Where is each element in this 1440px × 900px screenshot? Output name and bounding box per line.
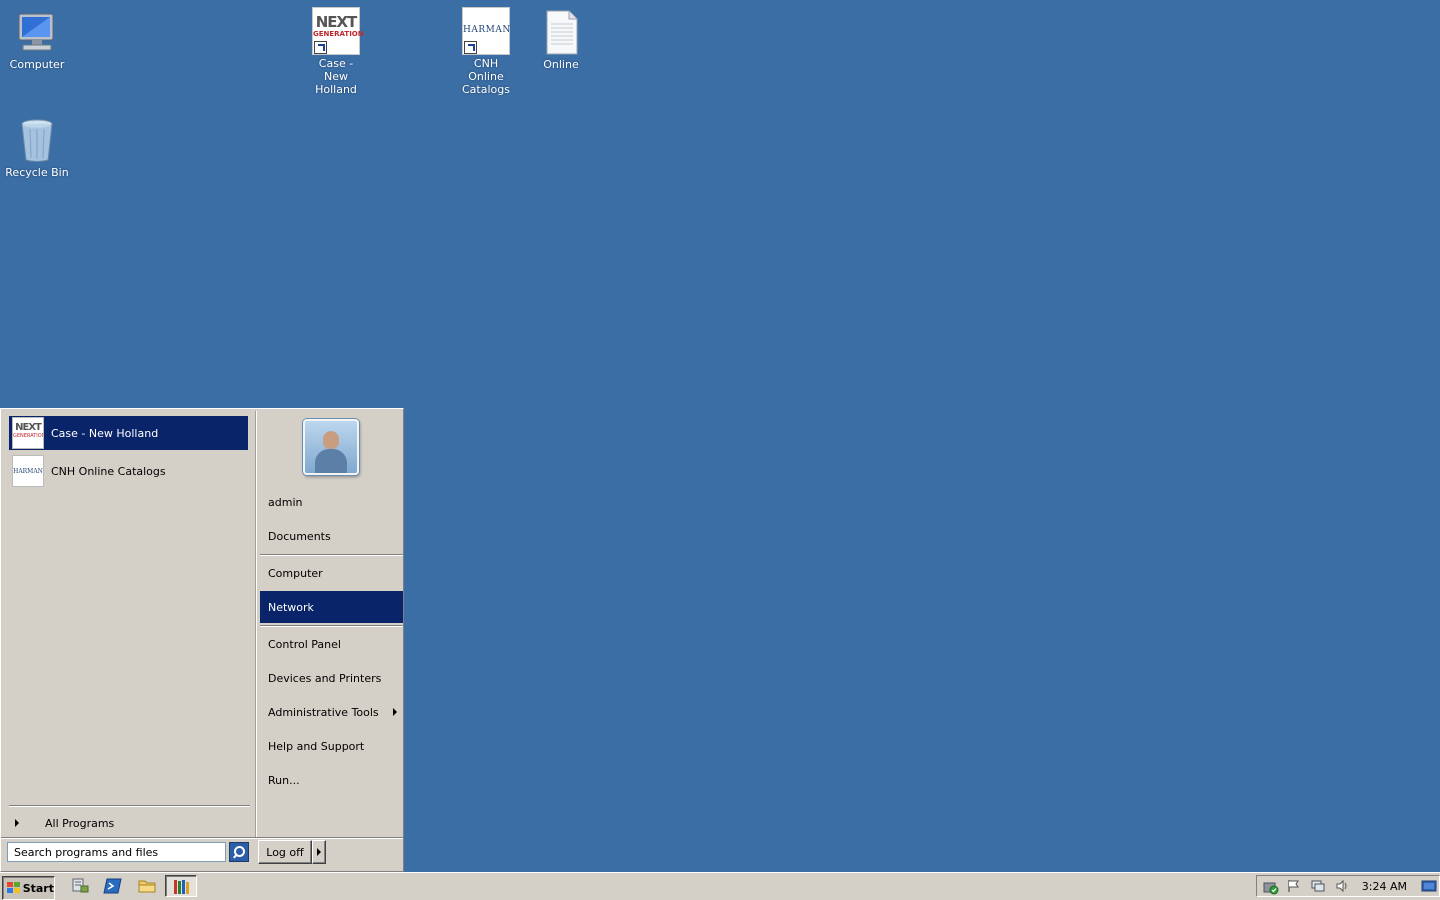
menu-item-label: Control Panel	[268, 637, 341, 651]
harman-logo-icon: HARMAN	[462, 7, 510, 55]
submenu-arrow-icon	[393, 708, 397, 716]
desktop-icon-computer[interactable]: Computer	[0, 8, 74, 71]
menu-item-network[interactable]: Network	[260, 591, 403, 623]
next-generation-logo-icon: NEXT GENERATION	[312, 7, 364, 55]
volume-icon[interactable]	[1335, 879, 1349, 893]
recycle-bin-icon	[13, 116, 61, 164]
menu-item-computer[interactable]: Computer	[260, 557, 403, 589]
clock[interactable]: 3:24 AM	[1362, 880, 1407, 893]
search-icon[interactable]	[229, 842, 249, 862]
next-generation-logo-icon: NEXT GENERATION	[12, 417, 44, 449]
computer-icon	[13, 8, 61, 56]
start-menu: NEXT GENERATION Case - New Holland HARMA…	[0, 408, 404, 872]
menu-item-label: Computer	[268, 566, 323, 580]
windows-logo-icon	[7, 882, 20, 894]
windows-explorer-icon[interactable]	[137, 877, 157, 895]
show-desktop-icon[interactable]	[1421, 879, 1437, 893]
menu-item-administrative-tools[interactable]: Administrative Tools	[260, 696, 403, 728]
action-center-flag-icon[interactable]	[1287, 879, 1301, 893]
taskbar: Start 3:24 AM	[0, 872, 1440, 900]
desktop-icon-label: Case - New Holland	[315, 57, 357, 96]
server-manager-icon[interactable]	[70, 877, 90, 895]
menu-item-run[interactable]: Run...	[260, 764, 403, 796]
start-button[interactable]: Start	[2, 876, 55, 900]
menu-item-label: Devices and Printers	[268, 671, 382, 685]
menu-item-documents[interactable]: Documents	[260, 520, 403, 552]
menu-item-label: Help and Support	[268, 739, 365, 753]
search-input[interactable]	[7, 842, 226, 862]
desktop-icon-label: Computer	[9, 58, 65, 71]
start-menu-programs-pane: NEXT GENERATION Case - New Holland HARMA…	[3, 411, 253, 837]
network-icon[interactable]	[1311, 879, 1325, 893]
shortcut-arrow-icon	[314, 41, 327, 54]
powershell-icon[interactable]	[103, 877, 123, 895]
pinned-item-label: Case - New Holland	[51, 426, 159, 440]
desktop-icon-case-new-holland[interactable]: NEXT GENERATION Case - New Holland	[299, 7, 373, 96]
all-programs-label: All Programs	[45, 816, 115, 830]
shortcut-arrow-icon	[464, 41, 477, 54]
desktop-icon-cnh-online-catalogs[interactable]: HARMAN CNH Online Catalogs	[449, 7, 523, 96]
logo-text: HARMAN	[463, 25, 511, 35]
log-off-button[interactable]: Log off	[258, 840, 312, 864]
logo-text: GENERATION	[13, 433, 44, 439]
desktop-icon-online[interactable]: Online	[524, 8, 598, 71]
logo-text: NEXT	[315, 13, 358, 31]
divider	[9, 805, 250, 807]
desktop-icon-recycle-bin[interactable]: Recycle Bin	[0, 116, 74, 179]
user-avatar-icon[interactable]	[303, 419, 359, 475]
menu-item-user[interactable]: admin	[260, 486, 403, 518]
menu-item-label: admin	[268, 495, 303, 509]
document-icon	[537, 8, 585, 56]
start-menu-places-pane: admin Documents Computer Network Control…	[256, 411, 404, 837]
logo-text: NEXT	[15, 422, 42, 433]
menu-item-control-panel[interactable]: Control Panel	[260, 628, 403, 660]
start-menu-bottom-row: Log off	[1, 837, 403, 872]
desktop-icon-label: Online	[543, 58, 579, 71]
triangle-right-icon	[15, 819, 19, 827]
menu-item-devices-and-printers[interactable]: Devices and Printers	[260, 662, 403, 694]
system-tray: 3:24 AM	[1256, 875, 1440, 897]
library-icon	[174, 880, 189, 894]
log-off-options-button[interactable]	[312, 840, 326, 864]
logo-text: GENERATION	[313, 30, 364, 38]
divider	[260, 625, 403, 627]
harman-logo-icon: HARMAN	[12, 455, 44, 487]
log-off-label: Log off	[266, 845, 304, 859]
menu-item-help-and-support[interactable]: Help and Support	[260, 730, 403, 762]
menu-item-label: Run...	[268, 773, 300, 787]
divider	[260, 554, 403, 556]
all-programs-button[interactable]: All Programs	[9, 813, 250, 833]
start-label: Start	[22, 881, 54, 895]
pinned-item-case-new-holland[interactable]: NEXT GENERATION Case - New Holland	[9, 416, 248, 450]
desktop-icon-label: CNH Online Catalogs	[462, 57, 510, 96]
taskbar-app-button-active[interactable]	[165, 875, 197, 897]
pinned-item-label: CNH Online Catalogs	[51, 464, 166, 478]
menu-item-label: Documents	[268, 529, 331, 543]
pinned-item-cnh-online-catalogs[interactable]: HARMAN CNH Online Catalogs	[9, 454, 248, 488]
menu-item-label: Administrative Tools	[268, 705, 379, 719]
menu-item-label: Network	[268, 600, 314, 614]
desktop-icon-label: Recycle Bin	[5, 166, 69, 179]
logo-text: HARMAN	[13, 468, 43, 475]
security-shield-icon[interactable]	[1263, 879, 1279, 895]
